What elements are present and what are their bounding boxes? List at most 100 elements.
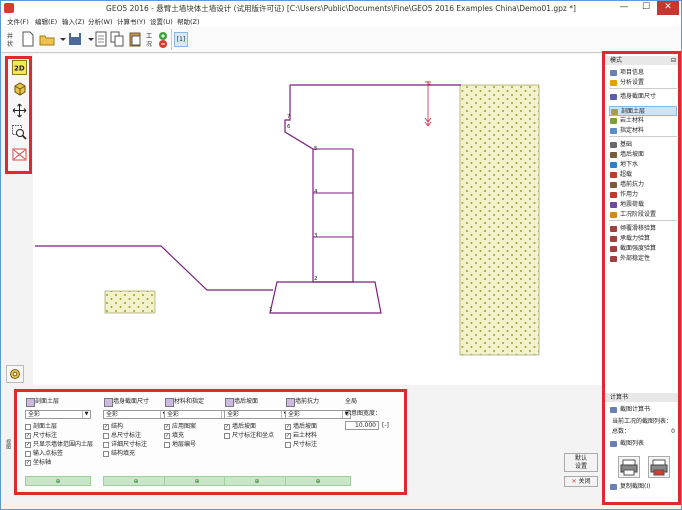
report-icon[interactable] — [93, 30, 109, 48]
section-title: 剖面土层 — [25, 397, 81, 407]
apply-section-button[interactable]: ⊕ — [164, 476, 230, 486]
apply-section-button[interactable]: ⊕ — [103, 476, 169, 486]
color-mode-select[interactable]: 全彩▼ — [103, 410, 169, 419]
checkbox-checked-icon: ✓ — [164, 433, 170, 439]
mode-item[interactable]: 倾覆滑移验算 — [609, 224, 677, 234]
mode-item[interactable]: 工况阶段设置 — [609, 210, 677, 220]
add-stage-icon[interactable] — [156, 30, 172, 48]
side-tab[interactable]: 视图 — [3, 391, 12, 497]
menu-settings[interactable]: 设置(U) — [150, 16, 173, 26]
display-checkbox[interactable]: 结构填充 — [103, 450, 135, 458]
diagram-width-input[interactable]: 10.000 — [345, 421, 379, 430]
drawing-canvas[interactable]: + 7 6 5 4 3 2 1 — [33, 54, 602, 385]
default-settings-button[interactable]: 默认 设置 — [564, 453, 598, 472]
display-checkbox[interactable]: 剖面土层 — [25, 423, 57, 431]
mode-item[interactable]: 墙后坡面 — [609, 150, 677, 160]
screenshot-list-button[interactable]: 截图列表 — [609, 439, 677, 449]
mode-item-label: 基础 — [620, 141, 633, 148]
maximize-button[interactable]: ☐ — [635, 1, 657, 15]
copy-icon[interactable] — [109, 30, 125, 48]
mode-item[interactable]: 截面强度验算 — [609, 244, 677, 254]
display-checkbox[interactable]: ✓ 坐标轴 — [25, 459, 51, 467]
section-title: 材料和指定 — [164, 397, 220, 407]
mode-item[interactable]: 墙前抗力 — [609, 180, 677, 190]
menu-file[interactable]: 文件(F) — [7, 16, 29, 26]
outline-icon[interactable]: 井状 — [5, 30, 21, 48]
display-checkbox[interactable]: ✓ 只显示墙体范围内土层 — [25, 441, 93, 449]
mode-item[interactable]: 外部稳定性 — [609, 254, 677, 264]
mode-item[interactable]: 岩土材料 — [609, 116, 677, 126]
mode-item-icon — [610, 192, 617, 198]
color-mode-select[interactable]: 全彩▼ — [224, 410, 290, 419]
display-checkbox[interactable]: 尺寸标注和坐点 — [224, 432, 274, 440]
depth-label: 5 — [314, 146, 318, 152]
mode-item[interactable]: 作用力 — [609, 190, 677, 200]
mode-item[interactable]: 指定材料 — [609, 126, 677, 136]
apply-section-button[interactable]: ⊕ — [224, 476, 290, 486]
display-checkbox[interactable]: ✓ 结构 — [103, 423, 123, 431]
stage-1-button[interactable]: [1] — [174, 32, 188, 47]
save-icon[interactable] — [67, 30, 83, 48]
menu-help[interactable]: 帮助(Z) — [177, 16, 200, 26]
mode-item-icon — [610, 246, 617, 252]
apply-section-button[interactable]: ⊕ — [285, 476, 351, 486]
report-screenshot-button[interactable]: 截图计算书 — [609, 405, 677, 415]
zoom-icon[interactable] — [12, 125, 27, 140]
display-checkbox[interactable]: 输入点标签 — [25, 450, 63, 458]
display-checkbox[interactable]: ✓ 墙后坡面 — [224, 423, 256, 431]
menu-edit[interactable]: 编辑(E) — [35, 16, 57, 26]
menu-input[interactable]: 输入(Z) — [62, 16, 85, 26]
color-mode-select[interactable]: 全彩▼ — [164, 410, 230, 419]
settings-gear-icon[interactable] — [6, 365, 24, 383]
soil-block-left — [104, 290, 156, 314]
mode-item[interactable]: 墙身截面尺寸 — [609, 92, 677, 102]
display-checkbox[interactable]: 地层编号 — [164, 441, 196, 449]
print-export-button[interactable] — [648, 456, 670, 478]
window-title: GEO5 2016 - 悬臂土墙块体土墙设计 (试用版许可证) [C:\User… — [106, 4, 576, 13]
display-checkbox[interactable]: ✓ 应用图案 — [164, 423, 196, 431]
2d-view-icon[interactable]: 2D — [12, 60, 27, 75]
3d-view-icon[interactable] — [12, 81, 27, 96]
mode-item[interactable]: 项目信息 — [609, 68, 677, 78]
checkbox-label: 结构 — [111, 423, 124, 430]
color-mode-select[interactable]: 全彩▼ — [285, 410, 351, 419]
color-mode-select[interactable]: 全彩▼ — [25, 410, 91, 419]
close-window-button[interactable]: ✕ — [657, 1, 679, 15]
move-icon[interactable] — [12, 103, 27, 118]
mode-item[interactable]: 超载 — [609, 170, 677, 180]
checkbox-checked-icon: ✓ — [224, 424, 230, 430]
display-checkbox[interactable]: 详细尺寸标注 — [103, 441, 147, 449]
zoom-fit-icon[interactable] — [12, 147, 27, 162]
report-title: 计算书 — [610, 394, 629, 401]
close-panel-button[interactable]: ✕ 关闭 — [564, 476, 598, 487]
mode-item-label: 墙后坡面 — [620, 151, 645, 158]
menu-report[interactable]: 计算书(Y) — [117, 16, 146, 26]
mode-item[interactable]: 地震荷载 — [609, 200, 677, 210]
paste-icon[interactable] — [127, 30, 143, 48]
svg-text:况: 况 — [146, 41, 152, 48]
mode-item[interactable]: 地下水 — [609, 160, 677, 170]
display-checkbox[interactable]: ✓ 尺寸标注 — [25, 432, 57, 440]
menu-analysis[interactable]: 分析(W) — [88, 16, 113, 26]
display-checkbox[interactable]: ✓ 墙后坡面 — [285, 423, 317, 431]
copy-screenshot-button[interactable]: 复制截图(I) — [609, 482, 677, 492]
mode-item-icon — [610, 142, 617, 148]
mode-item[interactable]: 剖面土层 — [609, 106, 677, 116]
checkbox-checked-icon: ✓ — [25, 442, 31, 448]
display-checkbox[interactable]: ✓ 填充 — [164, 432, 184, 440]
pin-icon[interactable]: ⊟ — [671, 56, 676, 65]
mode-item[interactable]: 承载力验算 — [609, 234, 677, 244]
total-label: 总数： — [612, 428, 631, 435]
apply-section-button[interactable]: ⊕ — [25, 476, 91, 486]
new-file-icon[interactable] — [20, 30, 36, 48]
mode-item[interactable]: 基础 — [609, 140, 677, 150]
checkbox-unchecked-icon — [103, 433, 109, 439]
mode-item[interactable]: 分析设置 — [609, 78, 677, 88]
mode-item-label: 剖面土层 — [621, 108, 646, 115]
minimize-button[interactable]: — — [613, 1, 635, 15]
display-checkbox[interactable]: ✓ 岩土材料 — [285, 432, 317, 440]
open-folder-icon[interactable] — [39, 30, 55, 48]
display-checkbox[interactable]: 总尺寸标注 — [103, 432, 141, 440]
print-button[interactable] — [618, 456, 640, 478]
display-checkbox[interactable]: 尺寸标注 — [285, 441, 317, 449]
